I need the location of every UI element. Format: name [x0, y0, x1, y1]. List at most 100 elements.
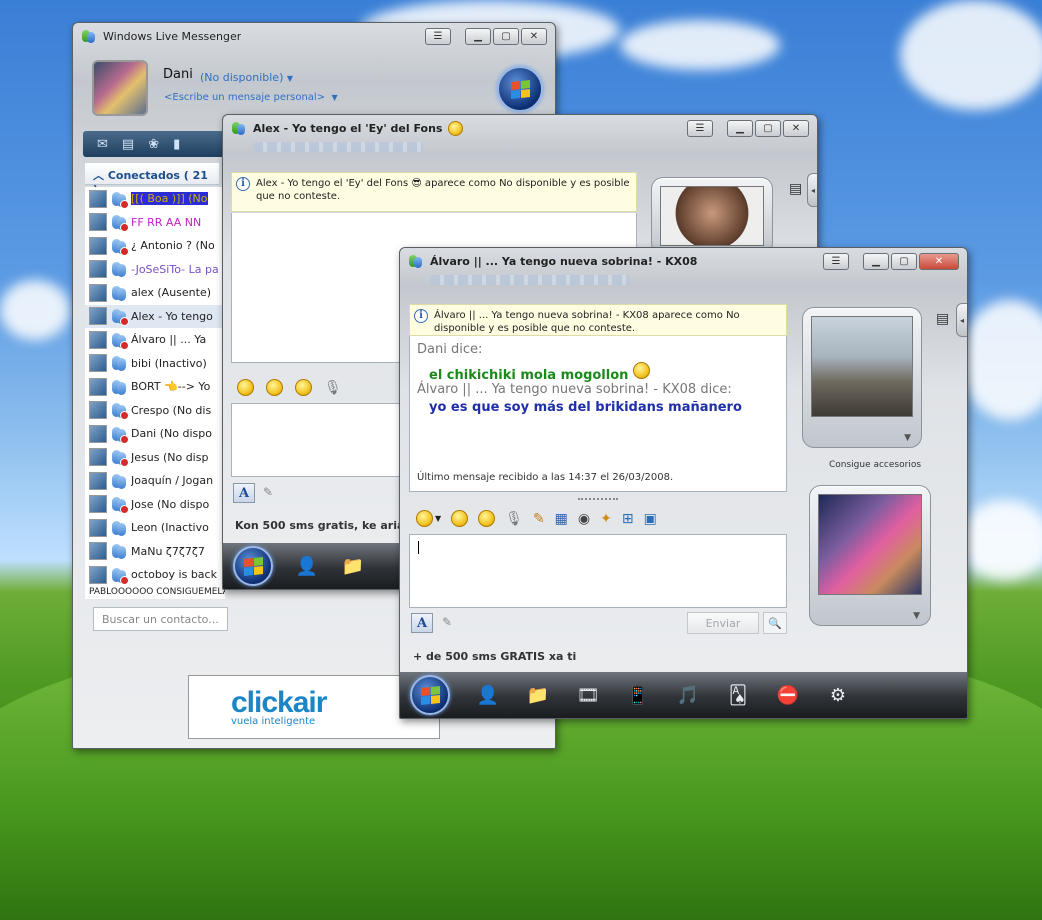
blocked-buddy-icon	[110, 448, 129, 468]
chevron-down-icon[interactable]: ▼	[904, 433, 911, 443]
pen-icon[interactable]: ✎	[263, 485, 273, 499]
collapse-tab[interactable]: ◂	[956, 303, 967, 337]
sharing-icon[interactable]: ❀	[148, 137, 159, 152]
spaces-icon[interactable]: ▤	[122, 137, 134, 152]
windows-button[interactable]	[233, 546, 273, 586]
alvaro-titlebar[interactable]: Álvaro || ... Ya tengo nueva sobrina! - …	[400, 248, 967, 274]
close-button[interactable]: ✕	[521, 27, 547, 45]
contact-item[interactable]: Joaquín / Jogan	[85, 469, 225, 493]
contact-settings-icon[interactable]: ⚙	[826, 683, 850, 707]
pen-icon[interactable]: ✎	[442, 615, 452, 629]
windows-button[interactable]	[497, 66, 543, 112]
chevron-down-icon[interactable]: ▼	[913, 611, 920, 621]
contact-item[interactable]: Leon (Inactivo	[85, 516, 225, 540]
collapse-tab[interactable]: ◂	[807, 173, 817, 207]
contact-item[interactable]: PABLOOOOOO CONSIGUEMELAAAAAAAAAAAA	[85, 587, 225, 597]
contact-thumbnail	[89, 330, 107, 349]
my-name[interactable]: Dani	[163, 67, 193, 82]
alex-contact-picture[interactable]	[651, 177, 773, 255]
contact-item[interactable]: Álvaro || ... Ya	[85, 328, 225, 352]
games-icon[interactable]: ✦	[600, 511, 612, 527]
contact-item[interactable]: Jesus (No disp	[85, 446, 225, 470]
personal-message[interactable]: <Escribe un mensaje personal> ▼	[164, 92, 338, 103]
contact-item[interactable]: alex (Ausente)	[85, 281, 225, 305]
video-icon[interactable]: 🎞	[576, 683, 600, 707]
voice-clip-icon[interactable]: 🎙	[324, 380, 342, 396]
activities-icon[interactable]: ⊞	[622, 511, 634, 527]
main-titlebar[interactable]: Windows Live Messenger ☰ ▁ ▢ ✕	[73, 23, 555, 49]
contact-item[interactable]: octoboy is back	[85, 563, 225, 587]
minimize-button[interactable]: ▁	[727, 119, 753, 137]
wink-icon[interactable]	[266, 379, 283, 396]
webcam-icon[interactable]: ◉	[578, 511, 590, 527]
chevron-down-icon: ▼	[286, 74, 294, 83]
get-accessories-link[interactable]: Consigue accesorios	[800, 460, 950, 470]
wink-icon[interactable]	[451, 510, 469, 527]
cool-emoticon-icon	[448, 120, 464, 136]
voice-clip-icon[interactable]: 🎙	[505, 511, 523, 527]
alvaro-history-pane[interactable]: Dani dice: el chikichiki mola mogollon Á…	[409, 336, 787, 492]
send-files-icon[interactable]: 📁	[526, 683, 550, 707]
games-icon[interactable]: 🂡	[726, 683, 750, 707]
minimize-button[interactable]: ▁	[863, 252, 889, 270]
maximize-button[interactable]: ▢	[493, 27, 519, 45]
font-icon[interactable]: A	[233, 483, 255, 503]
contact-item[interactable]: MaNu ζ7ζ7ζ7	[85, 540, 225, 564]
contact-item[interactable]: Jose (No dispo	[85, 493, 225, 517]
alvaro-message-input[interactable]	[409, 534, 787, 608]
contact-item[interactable]: -JoSeSiTo- La pa	[85, 258, 225, 282]
menu-button[interactable]: ☰	[687, 119, 713, 137]
contact-list[interactable]: [[( Boa )]] (No FF RR AA NN ¿ Antonio ? …	[85, 187, 225, 599]
buddy-icon	[110, 378, 128, 396]
phone-icon[interactable]: ▮	[173, 137, 180, 152]
nudge-icon[interactable]	[478, 510, 496, 527]
my-display-picture[interactable]	[92, 60, 148, 116]
search-input[interactable]: Buscar un contacto...	[93, 607, 228, 631]
contact-item[interactable]: BORT 👈--> Yo	[85, 375, 225, 399]
menu-button[interactable]: ☰	[425, 27, 451, 45]
alvaro-contact-picture[interactable]: ▼	[802, 307, 922, 448]
block-contact-icon[interactable]: ▤	[789, 181, 802, 197]
maximize-button[interactable]: ▢	[891, 252, 917, 270]
send-files-icon[interactable]: 📁	[341, 554, 365, 578]
maximize-button[interactable]: ▢	[755, 119, 781, 137]
background-icon[interactable]: ▦	[555, 511, 568, 527]
contact-item[interactable]: [[( Boa )]] (No	[85, 187, 225, 211]
alex-ad-text[interactable]: Kon 500 sms gratis, ke arias	[235, 519, 411, 532]
contact-item[interactable]: Alex - Yo tengo	[85, 304, 225, 328]
block-icon[interactable]: ⛔	[776, 683, 800, 707]
minimize-button[interactable]: ▁	[465, 27, 491, 45]
contact-item[interactable]: ¿ Antonio ? (No	[85, 234, 225, 258]
nudge-icon[interactable]	[295, 379, 312, 396]
alex-titlebar[interactable]: Alex - Yo tengo el 'Ey' del Fons ☰ ▁ ▢ ✕	[223, 115, 817, 141]
emoticon-icon[interactable]	[237, 379, 254, 396]
contact-item[interactable]: bibi (Inactivo)	[85, 352, 225, 376]
my-display-picture-frame[interactable]: ▼	[809, 485, 931, 626]
paint-icon[interactable]: ✎	[533, 511, 545, 527]
screen-icon[interactable]: ▣	[644, 511, 657, 527]
windows-button[interactable]	[410, 675, 450, 715]
resize-grip[interactable]	[578, 498, 618, 500]
menu-button[interactable]: ☰	[823, 252, 849, 270]
contact-group-header[interactable]: ︿ Conectados ( 21 )	[85, 163, 219, 196]
send-button[interactable]: Enviar	[687, 612, 759, 634]
alvaro-ad-text[interactable]: + de 500 sms GRATIS xa ti	[413, 650, 576, 663]
close-button[interactable]: ✕	[783, 119, 809, 137]
contact-thumbnail	[89, 495, 107, 514]
blocked-buddy-icon	[110, 307, 129, 327]
my-status[interactable]: (No disponible) ▼	[200, 71, 293, 84]
emoticon-icon[interactable]	[416, 510, 433, 527]
contact-item[interactable]: FF RR AA NN	[85, 211, 225, 235]
mail-icon[interactable]: ✉	[97, 137, 108, 152]
invite-contact-icon[interactable]: 👤	[295, 554, 319, 578]
block-contact-icon[interactable]: ▤	[936, 311, 949, 327]
invite-contact-icon[interactable]: 👤	[476, 683, 500, 707]
close-button[interactable]: ✕	[919, 252, 959, 270]
phone-icon[interactable]: 📱	[626, 683, 650, 707]
contact-item[interactable]: Dani (No dispo	[85, 422, 225, 446]
blocked-buddy-icon	[110, 495, 129, 515]
search-icon[interactable]: 🔍	[763, 612, 787, 634]
font-icon[interactable]: A	[411, 613, 433, 633]
music-icon[interactable]: 🎵	[676, 683, 700, 707]
contact-item[interactable]: Crespo (No dis	[85, 399, 225, 423]
